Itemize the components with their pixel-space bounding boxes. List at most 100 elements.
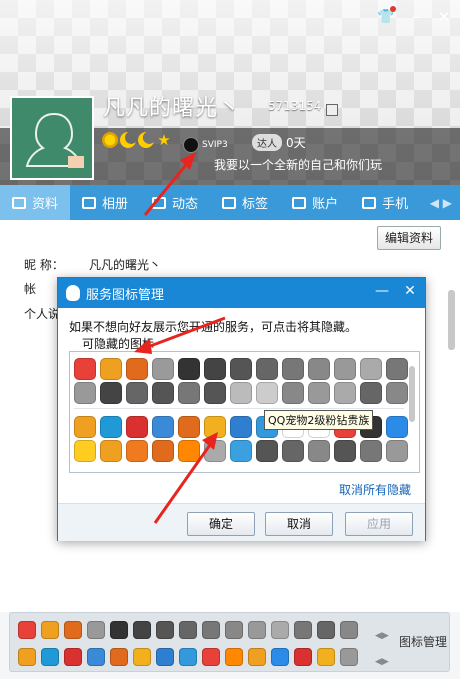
service-icon[interactable] <box>202 648 220 666</box>
service-icon[interactable] <box>256 358 278 380</box>
service-icon[interactable] <box>178 440 200 462</box>
service-icon[interactable] <box>87 621 105 639</box>
cancel-button[interactable]: 取消 <box>265 512 333 536</box>
service-icon[interactable] <box>41 648 59 666</box>
tab-phone[interactable]: 手机 <box>350 185 420 220</box>
service-icon[interactable] <box>64 648 82 666</box>
service-icon[interactable] <box>271 648 289 666</box>
strip-arrows[interactable]: ◀▶ ◀▶ <box>375 623 389 675</box>
service-icon[interactable] <box>360 358 382 380</box>
service-icon[interactable] <box>133 621 151 639</box>
service-icon[interactable] <box>386 416 408 438</box>
service-icon[interactable] <box>308 358 330 380</box>
tab-profile[interactable]: 资料 <box>0 185 71 220</box>
service-icon[interactable] <box>308 440 330 462</box>
service-icon[interactable] <box>294 648 312 666</box>
service-icon[interactable] <box>204 440 226 462</box>
service-icon[interactable] <box>152 440 174 462</box>
qq-level-icons[interactable]: ★ <box>102 132 172 148</box>
service-icon[interactable] <box>179 621 197 639</box>
service-icon[interactable] <box>64 621 82 639</box>
tab-account[interactable]: 账户 <box>280 185 350 220</box>
service-icon[interactable] <box>294 621 312 639</box>
service-icon[interactable] <box>110 621 128 639</box>
service-icon[interactable] <box>18 621 36 639</box>
service-icon[interactable] <box>152 358 174 380</box>
content-scrollbar[interactable] <box>448 290 455 350</box>
service-icon[interactable] <box>334 382 356 404</box>
service-icon[interactable] <box>360 382 382 404</box>
service-icon[interactable] <box>230 416 252 438</box>
icon-list-scrollbar[interactable] <box>409 366 415 422</box>
apply-button[interactable]: 应用 <box>345 512 413 536</box>
signature-text[interactable]: 我要以一个全新的自己和你们玩 <box>214 156 382 173</box>
service-icon[interactable] <box>178 358 200 380</box>
service-icon[interactable] <box>360 440 382 462</box>
service-icon[interactable] <box>225 621 243 639</box>
service-icon[interactable] <box>334 440 356 462</box>
service-icon[interactable] <box>18 648 36 666</box>
service-icon[interactable] <box>100 416 122 438</box>
service-icon[interactable] <box>156 648 174 666</box>
service-icon[interactable] <box>178 382 200 404</box>
service-icon[interactable] <box>204 416 226 438</box>
service-icon[interactable] <box>126 358 148 380</box>
service-icon[interactable] <box>230 440 252 462</box>
tab-tags[interactable]: 标签 <box>210 185 280 220</box>
service-icon[interactable] <box>225 648 243 666</box>
service-icon[interactable] <box>386 440 408 462</box>
service-icon[interactable] <box>204 382 226 404</box>
service-icon[interactable] <box>271 621 289 639</box>
service-icon[interactable] <box>74 416 96 438</box>
service-icon[interactable] <box>41 621 59 639</box>
service-icon[interactable] <box>317 621 335 639</box>
service-icon[interactable] <box>87 648 105 666</box>
edit-icon[interactable] <box>326 104 338 116</box>
service-icon[interactable] <box>282 358 304 380</box>
service-icon[interactable] <box>386 358 408 380</box>
service-icon[interactable] <box>308 382 330 404</box>
service-icon[interactable] <box>152 382 174 404</box>
service-icon[interactable] <box>340 621 358 639</box>
service-icon[interactable] <box>126 382 148 404</box>
cancel-all-hidden-link[interactable]: 取消所有隐藏 <box>339 481 411 498</box>
service-icon[interactable] <box>156 621 174 639</box>
tab-feed[interactable]: 动态 <box>140 185 210 220</box>
service-icon[interactable] <box>110 648 128 666</box>
service-icon[interactable] <box>152 416 174 438</box>
service-icon[interactable] <box>202 621 220 639</box>
service-icon[interactable] <box>340 648 358 666</box>
ok-button[interactable]: 确定 <box>187 512 255 536</box>
service-icon[interactable] <box>126 416 148 438</box>
service-icon[interactable] <box>74 440 96 462</box>
service-icon[interactable] <box>74 358 96 380</box>
dialog-minimize-button[interactable]: — <box>372 283 392 299</box>
service-icon[interactable] <box>282 440 304 462</box>
icon-manager-link[interactable]: 图标管理 <box>399 633 447 650</box>
dialog-titlebar[interactable]: 服务图标管理 <box>58 278 425 308</box>
tab-album[interactable]: 相册 <box>70 185 140 220</box>
service-icon[interactable] <box>100 440 122 462</box>
edit-profile-button[interactable]: 编辑资料 <box>377 226 441 250</box>
daren-badge[interactable]: 达人 0天 <box>252 134 306 151</box>
tab-scroll-arrows[interactable]: ◀ ▶ <box>430 196 460 210</box>
avatar[interactable] <box>10 96 94 180</box>
service-icon[interactable] <box>204 358 226 380</box>
service-icon[interactable] <box>230 382 252 404</box>
service-icon[interactable] <box>230 358 252 380</box>
dialog-close-button[interactable]: ✕ <box>400 283 420 299</box>
service-icon[interactable] <box>74 382 96 404</box>
service-icon[interactable] <box>256 440 278 462</box>
service-icon[interactable] <box>282 382 304 404</box>
service-icon[interactable] <box>256 382 278 404</box>
service-icon[interactable] <box>100 358 122 380</box>
service-icon[interactable] <box>248 648 266 666</box>
service-icon[interactable] <box>126 440 148 462</box>
service-icon[interactable] <box>317 648 335 666</box>
svip-badge[interactable]: SVIP3 <box>183 137 228 153</box>
service-icon[interactable] <box>100 382 122 404</box>
service-icon[interactable] <box>133 648 151 666</box>
service-icon[interactable] <box>334 358 356 380</box>
close-button[interactable]: ✕ <box>435 8 453 26</box>
service-icon[interactable] <box>179 648 197 666</box>
